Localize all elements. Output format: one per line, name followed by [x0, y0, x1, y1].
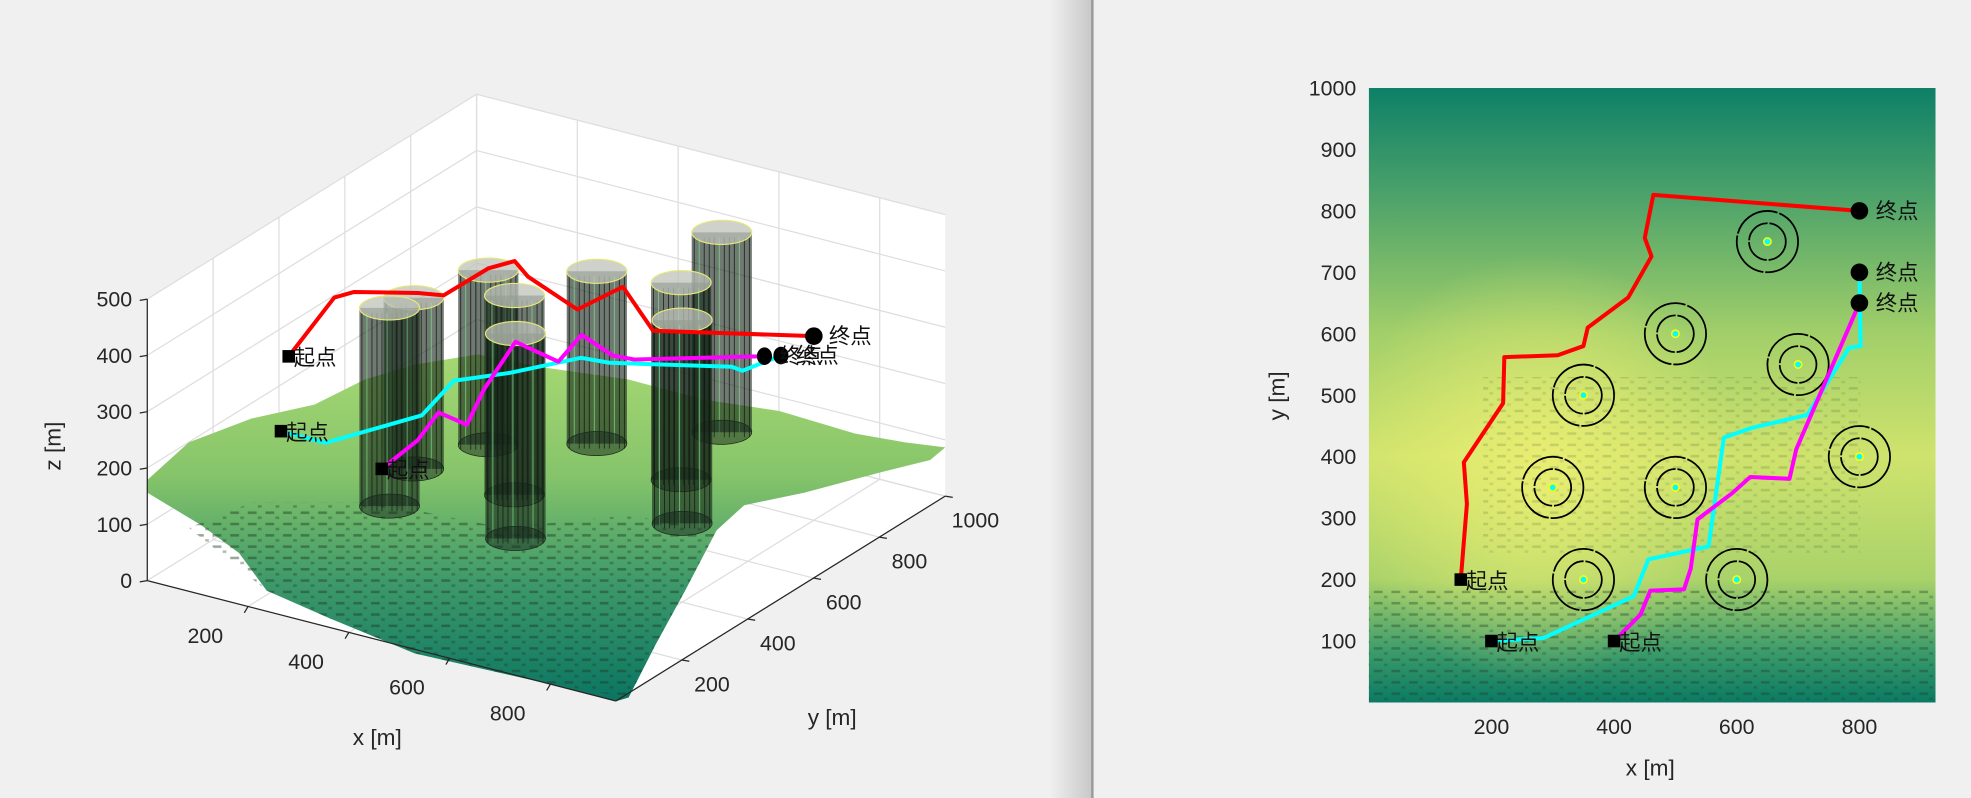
- cylinder-top: [483, 282, 546, 309]
- cylinder-top: [650, 270, 712, 296]
- x-tick-label: 400: [288, 650, 324, 674]
- z-axis-label-3d: z [m]: [41, 422, 66, 471]
- end-marker: [1850, 202, 1869, 220]
- end-marker: [1850, 263, 1869, 282]
- start-label: 起点: [286, 421, 329, 446]
- cylinder-body: [652, 320, 713, 524]
- figure: 起点终点起点终点起点终点 010020030040050020040060080…: [0, 0, 1971, 798]
- threat-center: [1732, 575, 1742, 585]
- y-tick-label: 800: [892, 550, 928, 574]
- end-marker: [805, 327, 823, 345]
- y-tick-label: 1000: [1309, 77, 1357, 101]
- x-axis-label-2d: x [m]: [1626, 755, 1675, 780]
- y-tick-label: 500: [1321, 384, 1357, 408]
- y-axis-label-2d: y [m]: [1265, 371, 1290, 420]
- cylinder-top: [691, 219, 753, 246]
- y-tick-label: 400: [760, 631, 796, 655]
- start-label: 起点: [294, 346, 337, 371]
- x-tick-label: 200: [1474, 715, 1510, 739]
- cylinder-top: [358, 295, 421, 321]
- threat-center: [1762, 237, 1772, 247]
- threat-center: [1579, 575, 1588, 585]
- start-label: 起点: [387, 459, 430, 484]
- threat-center: [1579, 390, 1588, 400]
- end-label: 终点: [1876, 261, 1919, 286]
- cylinder-bottom: [359, 493, 420, 519]
- obstacle-cylinder: [358, 295, 421, 519]
- y-tick-label: 300: [1321, 507, 1357, 531]
- z-tick-label: 0: [120, 569, 132, 593]
- obstacle-cylinder: [484, 320, 547, 551]
- end-label: 终点: [780, 345, 823, 370]
- z-tick-label: 300: [97, 400, 133, 424]
- y-axis-label-3d: y [m]: [808, 705, 857, 730]
- x-tick-label: 800: [490, 702, 526, 726]
- y-tick-label: 700: [1321, 261, 1357, 285]
- y-tick-label: 1000: [952, 509, 1000, 533]
- threat-center: [1548, 482, 1558, 492]
- end-label: 终点: [1876, 292, 1919, 317]
- z-tick-label: 500: [97, 288, 133, 312]
- x-tick-label: 400: [1596, 715, 1632, 739]
- panel-divider-shadow: [1049, 0, 1092, 798]
- cylinder-top: [566, 258, 628, 284]
- z-tick-label: 200: [97, 457, 133, 481]
- x-tick-label: 600: [1719, 715, 1755, 739]
- y-tick-label: 400: [1321, 445, 1357, 469]
- y-tick-label: 900: [1321, 138, 1357, 162]
- end-marker: [756, 347, 772, 365]
- y-tick-label: 200: [1321, 568, 1357, 592]
- threat-center: [1670, 482, 1680, 492]
- start-label: 起点: [1496, 631, 1539, 656]
- cylinder-bottom: [651, 510, 713, 536]
- z-tick-label: 100: [97, 513, 133, 537]
- z-tick-label: 400: [97, 344, 133, 368]
- x-tick-label: 600: [389, 676, 425, 700]
- x-tick-label: 800: [1842, 715, 1878, 739]
- x-axis-label-3d: x [m]: [353, 725, 402, 750]
- threat-center: [1854, 452, 1864, 462]
- end-marker: [1850, 294, 1869, 312]
- cylinder-body: [485, 333, 546, 539]
- start-label: 起点: [1619, 631, 1662, 656]
- start-label: 起点: [1466, 569, 1509, 594]
- threat-center: [1670, 329, 1680, 339]
- cylinder-bottom: [566, 431, 628, 457]
- y-tick-label: 100: [1321, 630, 1357, 654]
- y-tick-label: 800: [1321, 199, 1357, 223]
- threat-center: [1793, 360, 1803, 369]
- cylinder-top: [651, 307, 713, 333]
- cylinder-bottom: [485, 526, 546, 551]
- end-label: 终点: [1876, 199, 1919, 224]
- panel-divider[interactable]: [1091, 0, 1094, 798]
- x-tick-label: 200: [188, 624, 224, 648]
- obstacle-cylinder: [651, 307, 713, 536]
- y-tick-label: 200: [694, 672, 730, 696]
- y-tick-label: 600: [826, 590, 862, 614]
- y-tick-label: 600: [1321, 322, 1357, 346]
